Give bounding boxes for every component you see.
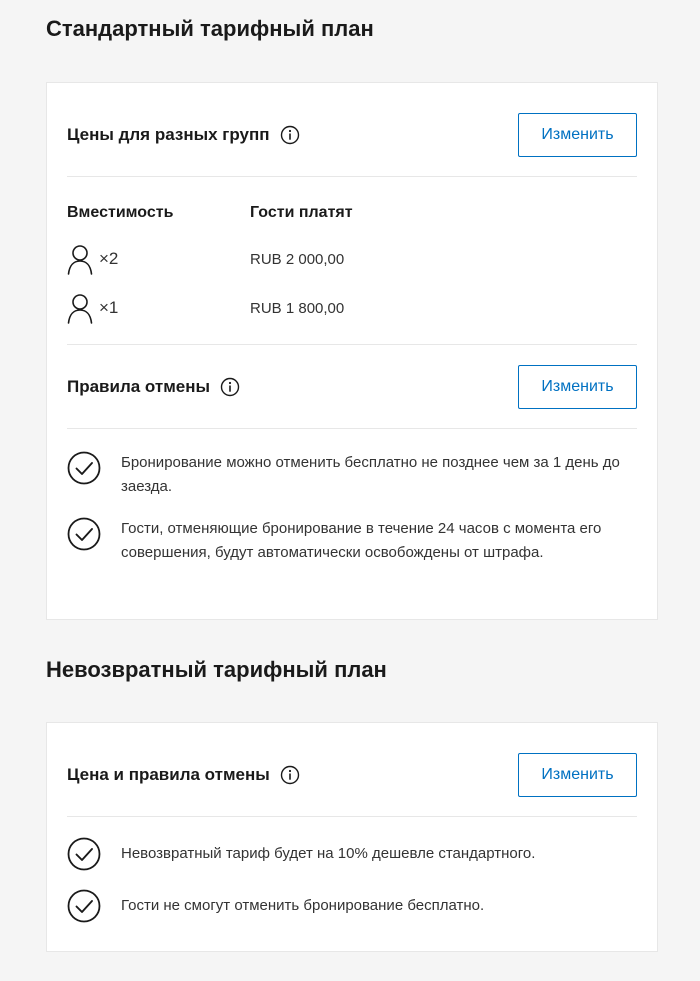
- divider: [67, 176, 637, 177]
- rule-text: Невозвратный тариф будет на 10% дешевле …: [121, 845, 536, 862]
- price-value: RUB 1 800,00: [250, 300, 345, 317]
- occupancy-row: ×1: [67, 290, 118, 326]
- occupancy-multiplier: ×2: [99, 249, 119, 268]
- nonrefundable-plan-card: Цена и правила отмены Изменить Невозврат…: [46, 722, 658, 952]
- cancellation-rule: Бронирование можно отменить бесплатно не…: [67, 451, 637, 499]
- pricing-label: Цены для разных групп: [67, 125, 270, 144]
- nonrefundable-rule: Невозвратный тариф будет на 10% дешевле …: [67, 837, 637, 871]
- info-icon[interactable]: [280, 765, 300, 785]
- rule-text: Гости, отменяющие бронирование в течение…: [121, 520, 602, 561]
- cancellation-rule: Гости, отменяющие бронирование в течение…: [67, 517, 637, 565]
- person-icon: [67, 243, 95, 275]
- nonrefundable-header: Цена и правила отмены Изменить: [67, 753, 637, 797]
- check-circle-icon: [67, 517, 101, 551]
- check-circle-icon: [67, 889, 101, 923]
- check-circle-icon: [67, 451, 101, 485]
- occupancy-row: ×2: [67, 241, 118, 277]
- edit-nonrefundable-button[interactable]: Изменить: [518, 753, 637, 797]
- price-value: RUB 2 000,00: [250, 251, 345, 268]
- divider: [67, 428, 637, 429]
- occupancy-multiplier: ×1: [99, 298, 119, 317]
- nonrefundable-label: Цена и правила отмены: [67, 765, 270, 784]
- cancellation-label: Правила отмены: [67, 377, 211, 396]
- info-icon[interactable]: [220, 377, 240, 397]
- divider: [67, 816, 637, 817]
- standard-plan-title: Стандартный тарифный план: [46, 16, 374, 41]
- occupancy-column-header: Вместимость: [67, 204, 174, 221]
- edit-pricing-button[interactable]: Изменить: [518, 113, 637, 157]
- edit-cancellation-button[interactable]: Изменить: [518, 365, 637, 409]
- pricing-header: Цены для разных групп Изменить: [67, 113, 637, 157]
- standard-plan-card: Цены для разных групп Изменить Вместимос…: [46, 82, 658, 620]
- person-icon: [67, 292, 95, 324]
- price-column-header: Гости платят: [250, 204, 353, 221]
- nonrefundable-plan-title: Невозвратный тарифный план: [46, 657, 387, 682]
- cancellation-header: Правила отмены Изменить: [67, 365, 637, 409]
- divider: [67, 344, 637, 345]
- info-icon[interactable]: [280, 125, 300, 145]
- nonrefundable-rule: Гости не смогут отменить бронирование бе…: [67, 889, 637, 923]
- rule-text: Гости не смогут отменить бронирование бе…: [121, 897, 485, 914]
- check-circle-icon: [67, 837, 101, 871]
- rule-text: Бронирование можно отменить бесплатно не…: [121, 454, 620, 495]
